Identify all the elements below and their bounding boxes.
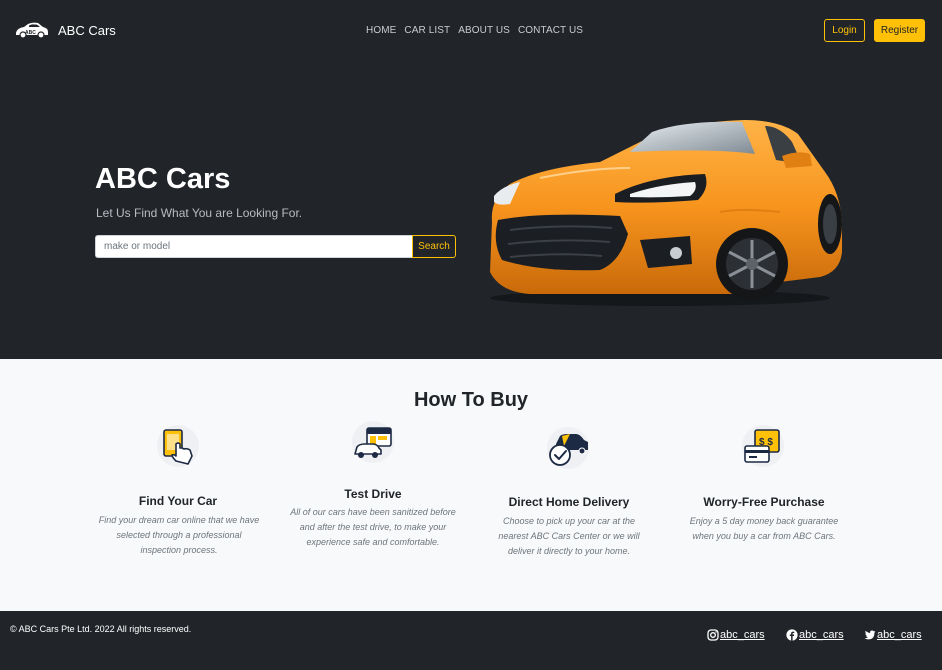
facebook-icon [786, 629, 798, 641]
hero-title: ABC Cars [95, 163, 231, 195]
social-link-facebook[interactable]: abc_cars [786, 629, 844, 641]
nav-menu: HOME CAR LIST ABOUT US CONTACT US [366, 25, 583, 36]
hero-car-image [490, 120, 842, 306]
phone-tap-icon [157, 425, 199, 467]
footer: © ABC Cars Pte Ltd. 2022 All rights rese… [0, 611, 942, 670]
how-to-buy-title: How To Buy [413, 389, 529, 411]
nav-link-about-us[interactable]: ABOUT US [458, 25, 510, 36]
car-showroom-icon [352, 421, 394, 463]
step-title: Worry-Free Purchase [703, 495, 825, 509]
twitter-icon [864, 630, 876, 640]
login-button[interactable]: Login [824, 19, 865, 42]
search-input[interactable] [95, 235, 412, 258]
nav-link-home[interactable]: HOME [366, 25, 396, 36]
hero-subtitle: Let Us Find What You are Looking For. [96, 206, 303, 220]
step-title: Test Drive [344, 487, 402, 501]
car-logo-icon: ABC [16, 22, 48, 39]
instagram-icon [707, 629, 719, 641]
step-description: Enjoy a 5 day money back guarantee when … [689, 516, 839, 541]
nav-link-contact-us[interactable]: CONTACT US [518, 25, 583, 36]
navbar: ABC ABC Cars HOME CAR LIST ABOUT US CONT… [0, 0, 942, 62]
brand-link[interactable]: ABC ABC Cars [14, 20, 116, 40]
step-description: Find your dream car online that we have … [98, 515, 260, 555]
car-delivery-icon [547, 427, 589, 469]
social-link-twitter[interactable]: abc_cars [864, 629, 922, 641]
payment-card-icon: $ $ [742, 425, 784, 467]
register-button[interactable]: Register [874, 19, 925, 42]
svg-text:ABC: ABC [25, 30, 36, 36]
step-description: Choose to pick up your car at the neares… [498, 516, 640, 556]
social-link-instagram[interactable]: abc_cars [707, 629, 765, 641]
nav-link-car-list[interactable]: CAR LIST [404, 25, 450, 36]
step-title: Direct Home Delivery [508, 495, 630, 509]
social-label: abc_cars [799, 629, 844, 641]
social-label: abc_cars [877, 629, 922, 641]
hero-section: ABC ABC Cars HOME CAR LIST ABOUT US CONT… [0, 0, 942, 359]
step-description: All of our cars have been sanitized befo… [290, 507, 456, 547]
brand-name: ABC Cars [58, 22, 116, 38]
step-title: Find Your Car [138, 494, 218, 508]
search-button[interactable]: Search [412, 235, 456, 258]
copyright-text: © ABC Cars Pte Ltd. 2022 All rights rese… [10, 624, 192, 634]
social-label: abc_cars [720, 629, 765, 641]
